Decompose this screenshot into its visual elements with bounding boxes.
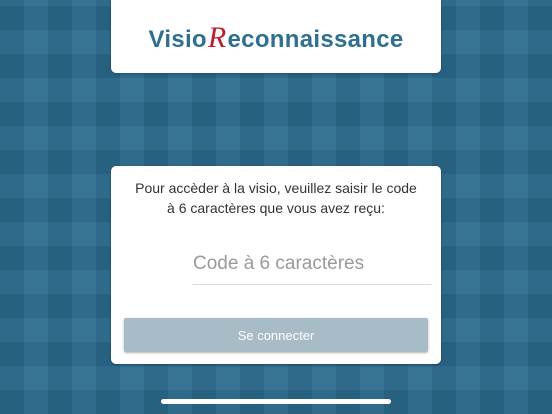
logo-text-visio: Visio: [148, 25, 207, 53]
access-code-input[interactable]: [193, 244, 431, 285]
login-prompt: Pour accèder à la visio, veuillez saisir…: [119, 178, 433, 218]
prompt-line-1: Pour accèder à la visio, veuillez saisir…: [135, 180, 417, 196]
connect-button[interactable]: Se connecter: [124, 318, 428, 352]
app-logo: Visio Reconnaissance: [148, 21, 403, 55]
prompt-line-2: à 6 caractères que vous avez reçu:: [167, 200, 385, 216]
home-indicator[interactable]: [161, 399, 391, 404]
login-card: Pour accèder à la visio, veuillez saisir…: [111, 166, 441, 364]
logo-text-econnaissance: econnaissance: [227, 25, 404, 53]
logo-accent-letter: R: [207, 20, 227, 54]
logo-card: Visio Reconnaissance: [111, 0, 441, 73]
